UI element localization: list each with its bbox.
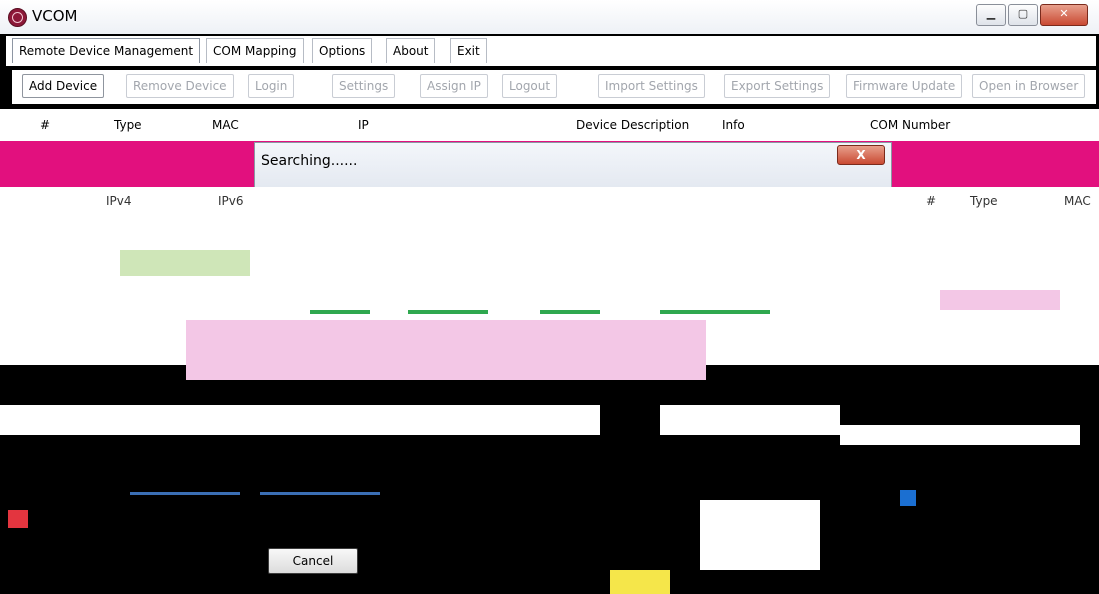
column-header-type[interactable]: Type <box>970 194 998 208</box>
app-icon <box>8 8 27 27</box>
column-header-com-number[interactable]: COM Number <box>870 118 950 132</box>
toolbar: Add Device Remove Device Login Settings … <box>12 70 1096 104</box>
login-button[interactable]: Login <box>248 74 295 98</box>
menu-bar: Remote Device Management COM Mapping Opt… <box>6 36 1096 66</box>
minimize-button[interactable]: ▁ <box>976 4 1006 26</box>
glitch-fragment <box>540 310 600 314</box>
glitch-fragment <box>660 405 840 435</box>
column-header-index[interactable]: # <box>926 194 936 208</box>
glitch-fragment <box>120 250 250 276</box>
add-device-button[interactable]: Add Device <box>22 74 105 98</box>
settings-button[interactable]: Settings <box>332 74 396 98</box>
export-settings-button[interactable]: Export Settings <box>724 74 831 98</box>
glitch-fragment <box>130 492 240 495</box>
column-header-mac[interactable]: MAC <box>1064 194 1091 208</box>
menu-exit[interactable]: Exit <box>450 38 487 63</box>
glitch-fragment <box>260 492 380 495</box>
column-header-ip[interactable]: IP <box>358 118 369 132</box>
glitch-fragment <box>660 310 770 314</box>
column-header-device-description[interactable]: Device Description <box>576 118 689 132</box>
window-title: VCOM <box>32 7 78 25</box>
search-results-list: IPv4 IPv6 # Type MAC <box>0 187 1099 235</box>
glitch-fragment <box>610 570 670 594</box>
menu-remote-device-management[interactable]: Remote Device Management <box>12 38 201 63</box>
glitch-fragment <box>940 290 1060 310</box>
column-header-mac[interactable]: MAC <box>212 118 239 132</box>
glitch-fragment <box>770 375 1000 405</box>
assign-ip-button[interactable]: Assign IP <box>420 74 488 98</box>
glitch-fragment <box>310 310 370 314</box>
glitch-fragment <box>700 500 820 570</box>
column-header-index[interactable]: # <box>40 118 50 132</box>
firmware-update-button[interactable]: Firmware Update <box>846 74 963 98</box>
menu-label: About <box>393 44 429 58</box>
logout-button[interactable]: Logout <box>502 74 558 98</box>
menu-label: Exit <box>457 44 480 58</box>
device-grid-header: # Type MAC IP Device Description Info CO… <box>30 109 1099 142</box>
menu-label: Options <box>319 44 366 58</box>
menu-options[interactable]: Options <box>312 38 373 63</box>
close-button[interactable]: ✕ <box>1040 4 1088 26</box>
open-in-browser-button[interactable]: Open in Browser <box>972 74 1086 98</box>
glitch-fragment <box>840 425 1080 445</box>
dialog-title: Searching...... <box>261 153 358 169</box>
import-settings-button[interactable]: Import Settings <box>598 74 705 98</box>
column-header-type[interactable]: Type <box>114 118 142 132</box>
grid-gutter <box>0 109 32 141</box>
dialog-close-button[interactable]: X <box>837 145 885 165</box>
menu-com-mapping[interactable]: COM Mapping <box>206 38 304 63</box>
cancel-button[interactable]: Cancel <box>268 548 358 574</box>
glitch-fragment <box>8 510 28 528</box>
glitch-fragment <box>900 490 916 506</box>
column-header-ipv6[interactable]: IPv6 <box>218 194 244 208</box>
remove-device-button[interactable]: Remove Device <box>126 74 234 98</box>
menu-label: COM Mapping <box>213 44 297 58</box>
column-header-info[interactable]: Info <box>722 118 745 132</box>
column-header-ipv4[interactable]: IPv4 <box>106 194 132 208</box>
title-bar: VCOM ▁ ▢ ✕ <box>0 0 1099 34</box>
menu-label: Remote Device Management <box>19 44 194 58</box>
glitch-fragment <box>186 320 706 380</box>
menu-about[interactable]: About <box>386 38 436 63</box>
glitch-fragment <box>0 405 600 435</box>
glitch-fragment <box>408 310 488 314</box>
searching-dialog: Searching...... X <box>254 142 892 188</box>
maximize-button[interactable]: ▢ <box>1008 4 1038 26</box>
